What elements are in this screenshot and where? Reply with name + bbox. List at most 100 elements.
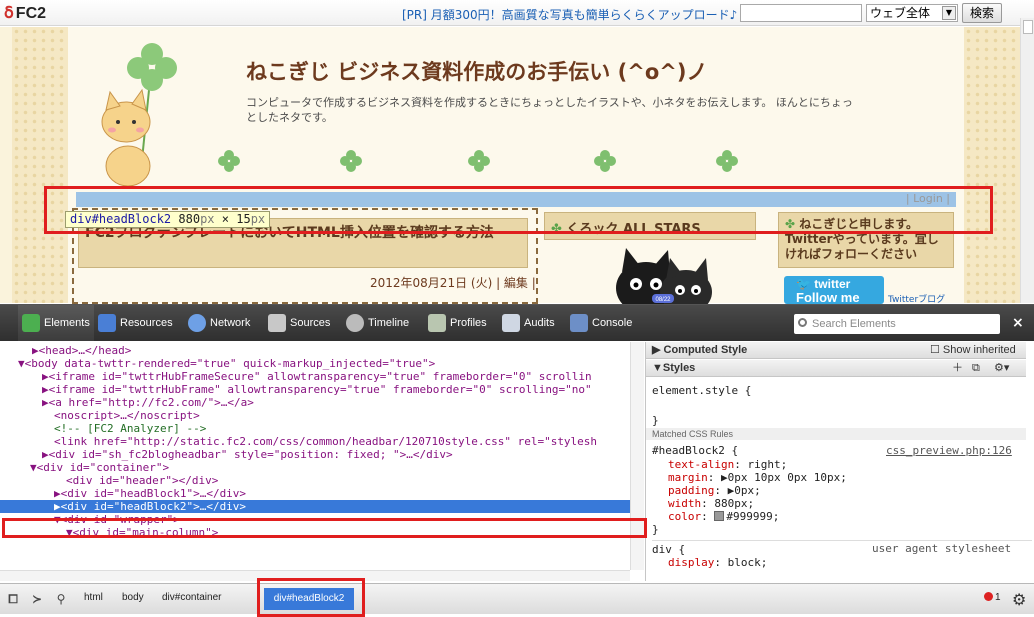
cat-with-clover-illustration <box>101 43 177 187</box>
twitter-bird-icon: 🐦 <box>796 277 815 291</box>
twitter-follow-label: Follow me <box>796 290 860 305</box>
css-prop-width[interactable]: width: 880px; <box>668 497 754 510</box>
tooltip-times: × <box>221 212 229 226</box>
add-rule-icon[interactable]: ＋ <box>952 360 963 376</box>
element-style-rule[interactable]: element.style { <box>652 384 751 397</box>
styles-label: Styles <box>662 362 696 374</box>
prop-value: block; <box>727 556 768 569</box>
css-prop-display[interactable]: display: block; <box>668 556 767 569</box>
toggle-state-icon[interactable]: ⧉ <box>972 360 980 376</box>
dom-node-header[interactable]: <div id="header"></div> <box>66 474 218 487</box>
dom-node-comment[interactable]: <!-- [FC2 Analyzer] --> <box>54 422 206 435</box>
network-icon <box>188 314 206 332</box>
tab-console[interactable]: Console <box>570 305 632 341</box>
dom-node-link[interactable]: <link href="http://static.fc2.com/css/co… <box>54 435 597 448</box>
scroll-up-arrow-icon[interactable] <box>1023 20 1033 34</box>
tooltip-width: 880 <box>178 212 201 226</box>
highlight-box-selected-node <box>2 518 647 538</box>
tab-elements[interactable]: Elements <box>18 305 94 341</box>
blog-description: コンピュータで作成するビジネス資料を作成するときにちょっとしたイラストや、小ネタ… <box>246 96 853 124</box>
computed-style-label: Computed Style <box>663 344 748 356</box>
css-prop-margin[interactable]: margin: ▶0px 10px 0px 10px; <box>668 471 847 484</box>
breadcrumb-body[interactable]: body <box>122 592 144 603</box>
tab-label: Sources <box>290 317 331 329</box>
tab-resources[interactable]: Resources <box>98 305 173 341</box>
tab-label: Elements <box>44 317 90 329</box>
dom-node-headblock2-selected[interactable]: ▶<div id="headBlock2">…</div> <box>0 500 630 513</box>
dom-node-noscript[interactable]: <noscript>…</noscript> <box>54 409 200 422</box>
tab-label: Audits <box>524 317 555 329</box>
prop-name: margin <box>668 471 708 484</box>
dom-node-iframe-hub[interactable]: ▶<iframe id="twttrHubFrame" allowtranspa… <box>42 383 592 396</box>
highlight-box-breadcrumb <box>257 578 365 617</box>
page-scrollbar[interactable] <box>1020 18 1034 303</box>
dropdown-arrow-icon: ▼ <box>942 6 956 20</box>
fc2-search-button[interactable]: 検索 <box>962 3 1002 23</box>
twitter-logo-text: twitter <box>814 277 851 291</box>
clover-icon <box>340 150 362 172</box>
devtools-status-bar: ⧠ ≻ ⚲ html body div#container div#headBl… <box>0 583 1034 614</box>
twitter-follow-button[interactable]: 🐦 twitter Follow me <box>784 276 884 304</box>
clover-icon <box>468 150 490 172</box>
breadcrumb-container[interactable]: div#container <box>162 592 221 603</box>
rule-source-link[interactable]: css_preview.php:126 <box>886 444 1012 457</box>
prop-value: #999999; <box>726 510 780 523</box>
tab-audits[interactable]: Audits <box>502 305 555 341</box>
prop-value: ▶0px 10px 0px 10px; <box>721 471 847 484</box>
dock-icon[interactable]: ⧠ <box>6 592 20 606</box>
search-placeholder: Search Elements <box>812 318 896 330</box>
error-icon <box>984 592 993 601</box>
post-date[interactable]: 2012年08月21日 (火) | 編集 | <box>370 274 536 291</box>
clover-icon <box>716 150 738 172</box>
devtools-toolbar: Elements Resources Network Sources Timel… <box>0 305 1034 341</box>
tab-sources[interactable]: Sources <box>268 305 330 341</box>
close-devtools-button[interactable]: × <box>1012 315 1024 331</box>
prop-name: color <box>668 510 702 523</box>
dom-node-iframe-secure[interactable]: ▶<iframe id="twttrHubFrameSecure" allowt… <box>42 370 592 383</box>
inspect-search-icon[interactable]: ⚲ <box>54 592 68 606</box>
tab-timeline[interactable]: Timeline <box>346 305 409 341</box>
fc2-search-input[interactable] <box>740 4 862 22</box>
fc2-logo[interactable]: ẟ FC2 <box>4 3 46 23</box>
dom-node-text: <!-- [FC2 Analyzer] --> <box>54 422 207 435</box>
tab-network[interactable]: Network <box>188 305 250 341</box>
dom-node-head[interactable]: ▶<head>…</head> <box>32 344 131 357</box>
search-icon <box>798 318 807 327</box>
blog-title[interactable]: ねこぎじ ビジネス資料作成のお手伝い (^o^)ノ <box>246 56 707 86</box>
breadcrumb-html[interactable]: html <box>84 592 103 603</box>
dom-node-text: ▶<div id="sh_fc2blogheadbar" style="posi… <box>42 448 453 461</box>
search-elements-input[interactable]: Search Elements <box>794 314 1000 334</box>
dom-node-fc2blogheadbar[interactable]: ▶<div id="sh_fc2blogheadbar" style="posi… <box>42 448 453 461</box>
rule-selector[interactable]: #headBlock2 { <box>652 444 738 457</box>
fc2-ad-link[interactable]: [PR] 月額300円！高画質な写真も簡単らくらくアップロード♪ <box>402 6 737 23</box>
gear-icon[interactable]: ⚙▾ <box>994 360 1009 376</box>
left-pattern <box>12 27 68 303</box>
dom-node-headblock1[interactable]: ▶<div id="headBlock1">…</div> <box>54 487 246 500</box>
dom-node-a-fc2[interactable]: ▶<a href="http://fc2.com/">…</a> <box>42 396 254 409</box>
dom-node-text: ▶<div id="headBlock2">…</div> <box>54 500 247 513</box>
color-swatch[interactable] <box>714 511 725 521</box>
css-prop-color[interactable]: color: #999999; <box>668 510 779 523</box>
fc2-scope-select[interactable]: ウェブ全体 ▼ <box>866 4 958 22</box>
settings-gear-icon[interactable]: ⚙ <box>1012 590 1026 609</box>
css-prop-padding[interactable]: padding: ▶0px; <box>668 484 761 497</box>
dom-node-text: <noscript>…</noscript> <box>54 409 200 422</box>
dom-node-body[interactable]: ▼<body data-twttr-rendered="true" quick-… <box>18 357 435 370</box>
dom-node-text: ▼<body data-twttr-rendered="true" quick-… <box>18 357 436 370</box>
console-drawer-icon[interactable]: ≻ <box>30 592 44 606</box>
fc2-logo-icon: ẟ <box>4 5 14 22</box>
tab-label: Timeline <box>368 317 410 329</box>
css-prop-text-align[interactable]: text-align: right; <box>668 458 787 471</box>
tooltip-unit: px <box>200 212 215 226</box>
error-counter[interactable]: 1 <box>984 592 1001 603</box>
computed-style-header[interactable]: ▶ Computed Style ☐ Show inherited <box>646 342 1026 359</box>
tab-profiles[interactable]: Profiles <box>428 305 487 341</box>
prop-name: text-align <box>668 458 735 471</box>
show-inherited-checkbox[interactable]: ☐ Show inherited <box>930 342 1016 358</box>
show-inherited-label: Show inherited <box>942 344 1016 356</box>
elements-icon <box>22 314 40 332</box>
right-pattern <box>964 27 1020 303</box>
prop-name: width <box>668 497 702 510</box>
dom-node-container[interactable]: ▼<div id="container"> <box>30 461 169 474</box>
styles-header[interactable]: ▼Styles ＋ ⧉ ⚙▾ <box>646 360 1026 377</box>
